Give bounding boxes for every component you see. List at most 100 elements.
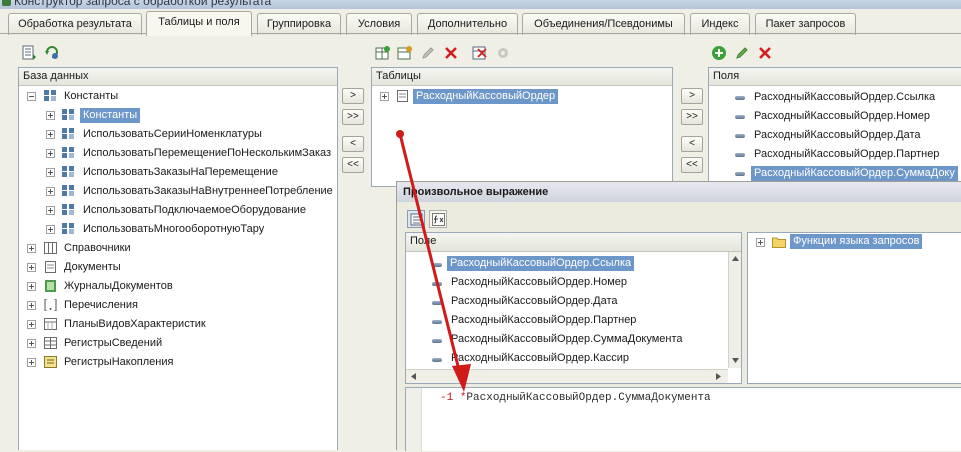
tree-item-info-registers[interactable]: РегистрыСведений [64,334,162,353]
tree-expand-icon[interactable] [46,130,55,139]
field-icon [432,282,442,286]
scroll-left-arrow-icon[interactable] [411,373,416,380]
toolbar-list-icon[interactable] [21,45,37,61]
dialog-field-item-selected[interactable]: РасходныйКассовыйОрдер.Ссылка [447,254,635,273]
field-list-icon [410,213,423,226]
field-icon [432,358,442,362]
remove-all-tables-button[interactable]: << [342,157,364,173]
edit-field-icon[interactable] [734,45,750,61]
tree-item-characteristic-plans[interactable]: ПланыВидовХарактеристик [64,315,206,334]
field-list-view-button[interactable] [407,210,425,228]
add-icon[interactable] [711,45,727,61]
add-table-button[interactable]: > [342,88,364,104]
constant-icon [62,204,74,215]
tab-tables-fields[interactable]: Таблицы и поля [146,11,252,36]
field-icon [432,263,442,267]
delete-icon[interactable] [443,45,459,61]
tables-panel: Таблицы [371,67,673,187]
tree-expand-icon[interactable] [27,263,36,272]
tree-item-constant[interactable]: ИспользоватьМногооборотнуюТару [83,220,264,239]
tree-item-constant[interactable]: ИспользоватьПодключаемоеОборудование [83,201,306,220]
expression-operand: РасходныйКассовыйОрдер.СуммаДокумента [466,392,711,404]
tree-expand-icon[interactable] [46,225,55,234]
scroll-up-arrow-icon[interactable] [732,256,739,261]
add-all-tables-button[interactable]: >> [342,109,364,125]
field-icon [735,153,745,157]
constants-group-icon [44,90,56,101]
settings-gear-icon[interactable] [495,45,511,61]
functions-panel [747,232,961,384]
constant-icon [62,223,74,234]
tree-expand-icon[interactable] [756,238,765,247]
tables-item-cash-order[interactable]: РасходныйКассовыйОрдер [413,87,559,106]
constant-icon [62,128,74,139]
tree-expand-icon[interactable] [46,149,55,158]
tree-item-constant[interactable]: ИспользоватьЗаказыНаВнутреннееПотреблени… [83,182,333,201]
tree-item-constant[interactable]: Константы [80,106,141,125]
tree-expand-icon[interactable] [46,206,55,215]
fields-vertical-scrollbar[interactable] [728,252,741,368]
tab-index[interactable]: Индекс [690,13,750,35]
tree-expand-icon[interactable] [27,358,36,367]
add-all-fields-button[interactable]: >> [681,109,703,125]
edit-icon[interactable] [420,45,436,61]
tree-item-constant[interactable]: ИспользоватьЗаказыНаПеремещение [83,163,278,182]
field-icon [432,320,442,324]
replace-table-icon[interactable] [472,45,488,61]
scroll-down-arrow-icon[interactable] [732,358,739,363]
tree-expand-icon[interactable] [27,320,36,329]
tree-item-enums[interactable]: Перечисления [64,296,138,315]
tree-expand-icon[interactable] [46,111,55,120]
dialog-field-item[interactable]: РасходныйКассовыйОрдер.Номер [451,273,627,292]
tab-query-batch[interactable]: Пакет запросов [755,13,856,35]
custom-expression-dialog: Произвольное выражение Поле РасходныйКас… [396,181,961,452]
toolbar-refresh-icon[interactable] [44,44,60,60]
tree-item-document-journals[interactable]: ЖурналыДокументов [64,277,173,296]
add-table-icon[interactable] [375,45,391,61]
catalogs-icon [44,242,57,254]
add-field-button[interactable]: > [681,88,703,104]
remove-table-button[interactable]: < [342,136,364,152]
tab-bar: Обработка результата Таблицы и поля Груп… [0,9,961,36]
tab-unions-aliases[interactable]: Объединения/Псевдонимы [522,13,685,35]
fields-item[interactable]: РасходныйКассовыйОрдер.Дата [754,126,921,145]
tree-expand-icon[interactable] [27,282,36,291]
fields-item[interactable]: РасходныйКассовыйОрдер.Партнер [754,145,939,164]
tree-item-catalogs[interactable]: Справочники [64,239,131,258]
function-view-button[interactable] [429,210,447,228]
editor-gutter [406,388,422,452]
tree-item-constant[interactable]: ИспользоватьПеремещениеПоНесколькимЗаказ [83,144,331,163]
fields-item[interactable]: РасходныйКассовыйОрдер.Ссылка [754,88,935,107]
tree-item-accumulation-registers[interactable]: РегистрыНакопления [64,353,173,372]
characteristic-plans-icon [44,318,57,330]
expression-editor[interactable]: -1 *РасходныйКассовыйОрдер.СуммаДокумент… [405,387,961,452]
tree-item-constant[interactable]: ИспользоватьСерииНоменклатуры [83,125,262,144]
tree-expand-icon[interactable] [46,168,55,177]
tree-item-constants-root[interactable]: Константы [64,87,118,106]
tree-expand-icon[interactable] [27,244,36,253]
tree-item-documents[interactable]: Документы [64,258,121,277]
delete-field-icon[interactable] [757,45,773,61]
tree-expand-icon[interactable] [27,301,36,310]
tab-grouping[interactable]: Группировка [257,13,341,35]
fields-horizontal-scrollbar[interactable] [406,369,728,383]
dialog-field-item[interactable]: РасходныйКассовыйОрдер.СуммаДокумента [451,330,683,349]
dialog-field-item[interactable]: РасходныйКассовыйОрдер.Дата [451,292,618,311]
tab-additional[interactable]: Дополнительно [417,13,518,35]
dialog-field-item[interactable]: РасходныйКассовыйОрдер.Кассир [451,349,629,368]
remove-all-fields-button[interactable]: << [681,157,703,173]
tab-conditions[interactable]: Условия [346,13,412,35]
window-title-bar: Конструктор запроса с обработкой результ… [0,0,961,9]
documents-icon [45,261,56,273]
dialog-field-item[interactable]: РасходныйКассовыйОрдер.Партнер [451,311,636,330]
scroll-right-arrow-icon[interactable] [716,373,721,380]
tree-expand-icon[interactable] [27,339,36,348]
tree-collapse-icon[interactable] [27,92,36,101]
tree-expand-icon[interactable] [380,92,389,101]
add-nested-query-icon[interactable] [397,45,413,61]
remove-field-button[interactable]: < [681,136,703,152]
tree-expand-icon[interactable] [46,187,55,196]
fields-item[interactable]: РасходныйКассовыйОрдер.Номер [754,107,930,126]
tab-result-processing[interactable]: Обработка результата [8,13,142,35]
query-functions-item[interactable]: Функции языка запросов [790,232,923,251]
